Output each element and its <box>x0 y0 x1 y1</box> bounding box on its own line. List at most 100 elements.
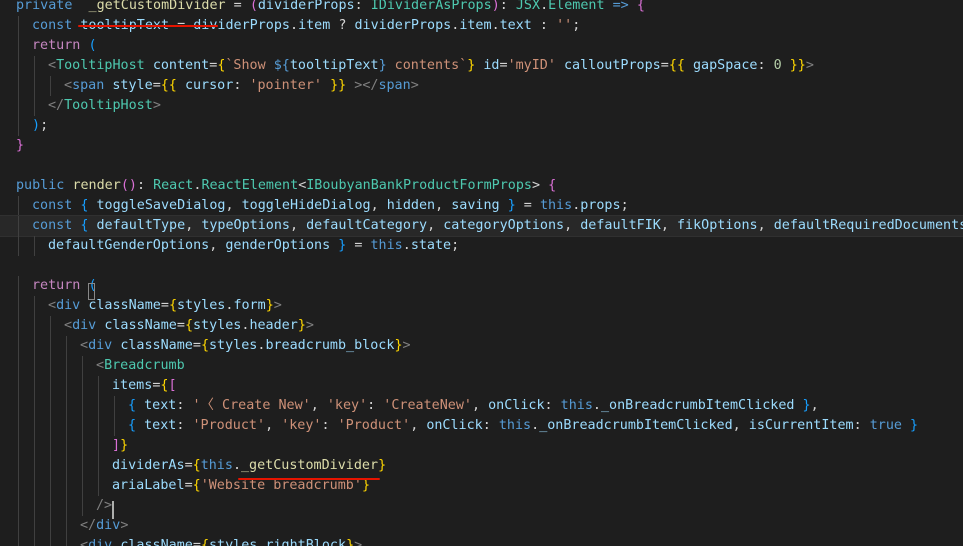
indent-guide <box>34 336 35 356</box>
code-token: } <box>507 198 516 213</box>
indent-guide <box>82 396 83 416</box>
indent-guide <box>34 356 35 376</box>
code-line[interactable]: items={[ <box>0 376 963 396</box>
code-token: = <box>176 318 185 333</box>
code-line[interactable]: dividerAs={this._getCustomDivider} <box>0 456 963 476</box>
code-token: : <box>757 58 774 73</box>
indent-guide <box>50 476 51 496</box>
code-token: className <box>120 538 193 546</box>
code-token: . <box>540 0 549 13</box>
code-token: public <box>16 178 73 193</box>
code-line[interactable] <box>0 256 963 276</box>
code-token: , <box>435 198 452 213</box>
code-token: text <box>499 18 532 33</box>
indent-guide <box>66 516 67 536</box>
code-token: defaultType <box>96 218 186 233</box>
indent-guide <box>18 456 19 476</box>
code-line[interactable]: ]} <box>0 436 963 456</box>
code-line[interactable]: <span style={{ cursor: 'pointer' }} ></s… <box>0 76 963 96</box>
code-token: . <box>232 458 241 473</box>
code-text: return ( <box>32 36 97 56</box>
code-token: JSX <box>515 0 541 13</box>
code-line[interactable]: public render(): React.ReactElement<IBou… <box>0 176 963 196</box>
code-token: }} <box>789 58 806 73</box>
code-token: = <box>184 478 193 493</box>
indent-guide <box>66 376 67 396</box>
code-token: span <box>378 78 411 93</box>
code-line[interactable]: } <box>0 136 963 156</box>
code-line[interactable]: <div className={styles.header}> <box>0 316 963 336</box>
code-line[interactable]: private _getCustomDivider = (dividerProp… <box>0 0 963 16</box>
code-text: <span style={{ cursor: 'pointer' }} ></s… <box>64 76 419 96</box>
code-line[interactable]: ); <box>0 116 963 136</box>
code-token: , <box>810 398 819 413</box>
code-token: React <box>153 178 194 193</box>
code-token: , <box>732 418 749 433</box>
code-token: ${ <box>273 58 290 73</box>
code-token: 'Product' <box>192 418 266 433</box>
code-token: { <box>200 338 209 353</box>
code-line[interactable] <box>0 156 963 176</box>
code-line[interactable]: { text: '〈 Create New', 'key': 'CreateNe… <box>0 396 963 416</box>
code-token: } <box>346 538 355 546</box>
code-line[interactable]: return ( <box>0 36 963 56</box>
code-token: /> <box>96 498 113 513</box>
code-line[interactable]: <TooltipHost content={`Show ${tooltipTex… <box>0 56 963 76</box>
code-token: className <box>104 318 177 333</box>
code-line[interactable]: return ( <box>0 276 963 296</box>
code-token: . <box>491 18 500 33</box>
code-line[interactable]: ariaLabel={'Website breadcrumb'} <box>0 476 963 496</box>
code-line[interactable]: const { toggleSaveDialog, toggleHideDial… <box>0 196 963 216</box>
code-token: { <box>128 398 137 413</box>
code-line[interactable]: </TooltipHost> <box>0 96 963 116</box>
code-text: { text: 'Product', 'key': 'Product', onC… <box>128 416 918 436</box>
code-token: item <box>459 18 492 33</box>
code-token: [ <box>168 378 177 393</box>
indent-guide <box>98 416 99 436</box>
code-line[interactable]: defaultGenderOptions, genderOptions } = … <box>0 236 963 256</box>
code-line[interactable]: <div className={styles.rightBlock}> <box>0 536 963 546</box>
code-token: = <box>192 338 201 353</box>
code-text: ); <box>32 116 48 136</box>
code-token: > <box>410 78 419 93</box>
indent-guide <box>50 336 51 356</box>
code-token: , <box>290 218 307 233</box>
indent-guide <box>18 196 19 216</box>
code-token: tooltipText <box>289 58 379 73</box>
code-line[interactable]: /> <box>0 496 963 516</box>
code-editor[interactable]: private _getCustomDivider = (dividerProp… <box>0 0 963 546</box>
code-token: < <box>80 538 89 546</box>
code-text: </TooltipHost> <box>48 96 161 116</box>
code-token: : <box>136 178 154 193</box>
code-token: } <box>265 298 274 313</box>
indent-guide <box>18 496 19 516</box>
code-token: , <box>209 238 226 253</box>
code-line[interactable]: { text: 'Product', 'key': 'Product', onC… <box>0 416 963 436</box>
code-token: } <box>361 478 370 493</box>
indent-guide <box>34 476 35 496</box>
indent-guide <box>18 216 19 236</box>
indent-guide <box>50 456 51 476</box>
code-token: return <box>32 278 89 293</box>
code-token: : <box>853 418 870 433</box>
indent-guide <box>18 316 19 336</box>
code-token: 'Website breadcrumb' <box>200 478 362 493</box>
code-token: ReactElement <box>201 178 299 193</box>
code-token: = <box>225 0 250 13</box>
code-token: ; <box>620 198 629 213</box>
code-line[interactable]: <div className={styles.breadcrumb_block}… <box>0 336 963 356</box>
code-line[interactable]: const { defaultType, typeOptions, defaul… <box>0 215 963 237</box>
code-token: items <box>112 378 153 393</box>
indent-guide <box>50 396 51 416</box>
code-line[interactable]: </div> <box>0 516 963 536</box>
code-token: content <box>152 58 210 73</box>
indent-guide <box>18 76 19 96</box>
code-token: > <box>402 338 411 353</box>
code-token: _onBreadcrumbItemClicked <box>539 418 733 433</box>
code-line[interactable]: <div className={styles.form}> <box>0 296 963 316</box>
code-line[interactable]: <Breadcrumb <box>0 356 963 376</box>
indent-guide <box>82 456 83 476</box>
